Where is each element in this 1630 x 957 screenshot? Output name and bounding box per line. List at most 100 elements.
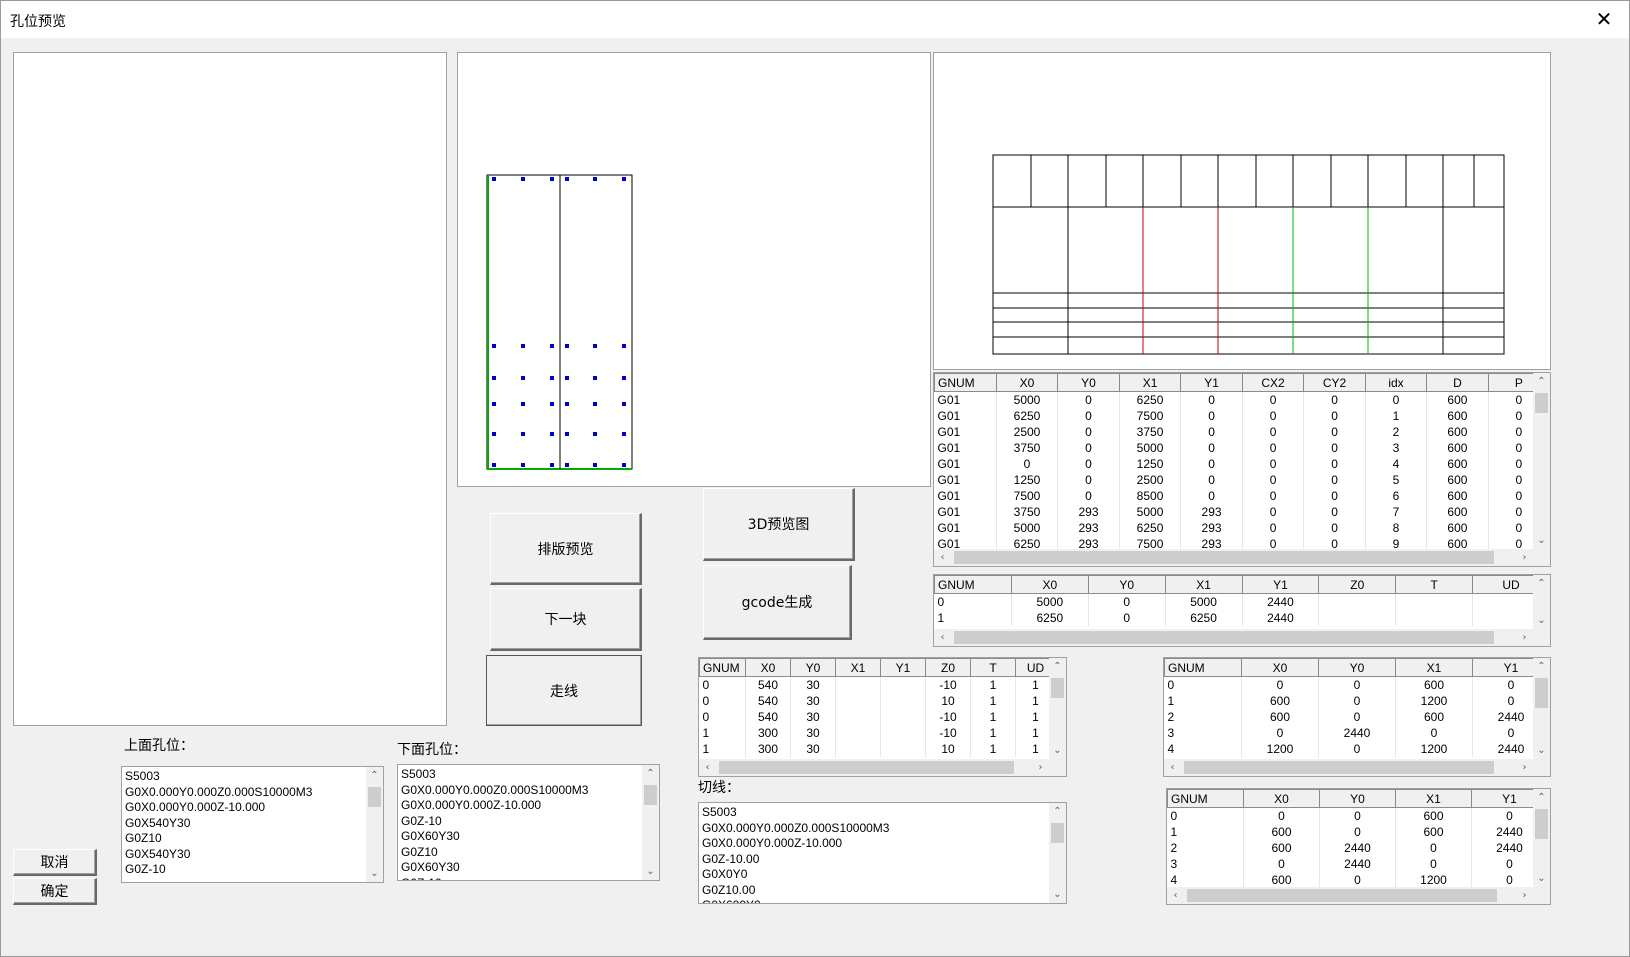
layout-preview-button[interactable]: 排版预览 — [490, 513, 642, 585]
table-cell[interactable]: 600 — [1426, 520, 1489, 536]
table-cell[interactable]: 5000 — [1165, 593, 1243, 610]
table-cell[interactable]: 6250 — [1119, 520, 1182, 536]
column-header[interactable]: X0 — [1243, 789, 1320, 808]
scroll-down-icon[interactable]: ⌄ — [1049, 742, 1066, 759]
table-cell[interactable]: 1200 — [1241, 741, 1319, 757]
table-row[interactable]: 2 600 2440 0 2440 — [1167, 840, 1548, 856]
column-header[interactable]: GNUM — [699, 658, 746, 677]
table-cell[interactable]: 293 — [1180, 520, 1243, 536]
table-cell[interactable]: 600 — [1395, 824, 1472, 840]
scroll-down-icon[interactable]: ⌄ — [1533, 612, 1550, 629]
table-cell[interactable]: 0 — [1318, 709, 1396, 725]
table-cell[interactable]: 0 — [1242, 488, 1305, 504]
table-cell[interactable]: 0 — [1243, 856, 1320, 872]
table-cell[interactable] — [880, 725, 926, 741]
table-cell[interactable]: -10 — [925, 676, 971, 693]
table-cell[interactable]: 5000 — [1119, 504, 1182, 520]
table-cell[interactable]: 600 — [1426, 408, 1489, 424]
table-row[interactable]: 0 540 30 -10 1 1 — [699, 676, 1056, 693]
table-cell[interactable]: 0 — [1088, 593, 1166, 610]
table-cell[interactable]: 293 — [1057, 520, 1120, 536]
table-cell[interactable]: 2440 — [1242, 610, 1320, 626]
column-header[interactable]: Y0 — [1318, 658, 1396, 677]
part-edges-grid[interactable]: GNUM X0 Y0 X1 Y1 0 0 0 600 0 1 600 0 600 2440 2 600 2440 0… — [1166, 788, 1551, 905]
table-cell[interactable]: 600 — [1395, 676, 1473, 693]
ok-button[interactable]: 确定 — [13, 878, 97, 905]
table-cell[interactable]: G01 — [934, 391, 997, 408]
scroll-right-icon[interactable]: › — [1516, 629, 1533, 646]
table-cell[interactable]: 600 — [1426, 440, 1489, 456]
scroll-thumb[interactable] — [1535, 678, 1548, 708]
scroll-left-icon[interactable]: ‹ — [1164, 759, 1181, 776]
table-cell[interactable]: 7 — [1365, 504, 1428, 520]
table-cell[interactable]: 6250 — [996, 408, 1059, 424]
table-cell[interactable] — [1318, 610, 1397, 626]
vertical-scrollbar[interactable]: ⌃ ⌄ — [366, 767, 383, 882]
table-cell[interactable]: G01 — [934, 488, 997, 504]
table-cell[interactable]: 1 — [970, 725, 1016, 741]
table-cell[interactable]: 7500 — [1119, 408, 1182, 424]
table-cell[interactable]: 540 — [745, 693, 791, 709]
table-cell[interactable] — [1318, 593, 1397, 610]
table-cell[interactable]: 600 — [1243, 824, 1320, 840]
table-cell[interactable]: 0 — [1242, 504, 1305, 520]
table-cell[interactable]: 0 — [1180, 472, 1243, 488]
scroll-down-icon[interactable]: ⌄ — [642, 863, 659, 880]
table-cell[interactable]: 0 — [1088, 610, 1166, 626]
table-cell[interactable]: 600 — [1426, 456, 1489, 472]
horizontal-scrollbar[interactable]: ‹ › — [699, 759, 1049, 776]
table-cell[interactable]: 2500 — [996, 424, 1059, 440]
table-cell[interactable]: 540 — [745, 676, 791, 693]
next-block-button[interactable]: 下一块 — [490, 588, 642, 651]
table-cell[interactable]: 3750 — [996, 504, 1059, 520]
table-cell[interactable]: 30 — [790, 709, 836, 725]
table-cell[interactable]: 0 — [1180, 440, 1243, 456]
table-cell[interactable]: 1 — [934, 610, 1012, 626]
table-row[interactable]: 2 600 0 600 2440 — [1164, 709, 1550, 725]
table-cell[interactable]: 0 — [1395, 840, 1472, 856]
scroll-down-icon[interactable]: ⌄ — [1533, 742, 1550, 759]
table-cell[interactable] — [880, 741, 926, 757]
table-cell[interactable]: 0 — [1365, 391, 1428, 408]
table-cell[interactable]: 0 — [1303, 424, 1366, 440]
scroll-left-icon[interactable]: ‹ — [934, 549, 951, 566]
table-cell[interactable]: 8500 — [1119, 488, 1182, 504]
table-cell[interactable]: 0 — [1243, 807, 1320, 824]
table-cell[interactable]: 600 — [1426, 391, 1489, 408]
table-cell[interactable]: 2440 — [1319, 856, 1396, 872]
table-cell[interactable]: 0 — [1318, 676, 1396, 693]
table-row[interactable]: G01 1250 0 2500 0 0 0 5 600 0 — [934, 472, 1550, 488]
table-row[interactable]: 1 6250 0 6250 2440 — [934, 610, 1550, 626]
table-cell[interactable]: 0 — [1242, 520, 1305, 536]
scroll-up-icon[interactable]: ⌃ — [642, 765, 659, 782]
column-header[interactable]: Y0 — [1087, 575, 1166, 594]
column-header[interactable]: GNUM — [934, 575, 1012, 594]
column-header[interactable]: GNUM — [1164, 658, 1242, 677]
column-header[interactable]: Y0 — [1319, 789, 1396, 808]
table-cell[interactable]: 1200 — [1395, 872, 1472, 888]
table-cell[interactable]: 1200 — [1395, 741, 1473, 757]
table-cell[interactable] — [1395, 610, 1474, 626]
column-header[interactable]: GNUM — [1167, 789, 1244, 808]
table-cell[interactable]: 0 — [1303, 408, 1366, 424]
column-header[interactable]: Y0 — [790, 658, 836, 677]
table-row[interactable]: 0 5000 0 5000 2440 — [934, 593, 1550, 610]
table-cell[interactable]: 2440 — [1242, 593, 1320, 610]
table-cell[interactable]: 0 — [1180, 424, 1243, 440]
table-cell[interactable]: 1 — [699, 741, 746, 757]
table-cell[interactable]: 0 — [1057, 472, 1120, 488]
table-cell[interactable]: 3 — [1167, 856, 1244, 872]
column-header[interactable]: Y1 — [1241, 575, 1320, 594]
vertical-scrollbar[interactable]: ⌃ ⌄ — [1049, 803, 1066, 903]
scroll-right-icon[interactable]: › — [1032, 759, 1049, 776]
table-row[interactable]: G01 5000 293 6250 293 0 0 8 600 0 — [934, 520, 1550, 536]
table-cell[interactable]: 1 — [1167, 824, 1244, 840]
table-cell[interactable] — [835, 709, 881, 725]
table-cell[interactable]: 30 — [790, 676, 836, 693]
table-cell[interactable]: 0 — [1303, 504, 1366, 520]
table-row[interactable]: G01 5000 0 6250 0 0 0 0 600 0 — [934, 391, 1550, 408]
table-cell[interactable]: 600 — [1426, 504, 1489, 520]
table-cell[interactable]: 5000 — [996, 391, 1059, 408]
table-cell[interactable]: 3 — [1365, 440, 1428, 456]
table-cell[interactable]: 0 — [1057, 408, 1120, 424]
